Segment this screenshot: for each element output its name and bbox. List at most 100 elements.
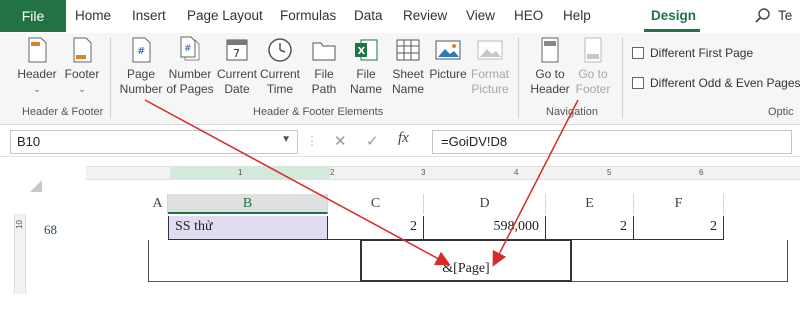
- go-to-footer-label-1: Go to: [578, 67, 608, 81]
- more-icon[interactable]: ⋮: [306, 134, 318, 148]
- current-date-button[interactable]: 7 Current Date: [216, 35, 258, 97]
- go-to-header-button[interactable]: Go to Header: [528, 35, 572, 97]
- insert-function-icon[interactable]: fx: [398, 130, 409, 147]
- cell-b68[interactable]: SS thử: [168, 216, 328, 240]
- current-date-label-2: Date: [224, 82, 250, 96]
- format-picture-icon: [477, 40, 503, 60]
- active-tab-indicator: [644, 29, 700, 32]
- footer-center-section[interactable]: &[Page]: [360, 240, 572, 282]
- page-number-label-2: Number: [119, 82, 163, 96]
- go-to-header-label-2: Header: [530, 82, 570, 96]
- group-label-header-footer: Header & Footer: [22, 106, 104, 118]
- footer-button[interactable]: Footer ⌄: [62, 35, 102, 97]
- different-odd-even-checkbox[interactable]: Different Odd & Even Pages: [632, 76, 800, 90]
- number-of-pages-label-1: Number: [168, 67, 212, 81]
- tab-view[interactable]: View: [466, 8, 495, 23]
- column-header-f[interactable]: F: [634, 194, 724, 214]
- header-button[interactable]: Header ⌄: [16, 35, 58, 97]
- file-tab[interactable]: File: [0, 0, 66, 32]
- format-picture-label-1: Format: [470, 67, 509, 81]
- select-all-corner[interactable]: [30, 180, 42, 192]
- ruler-number: 2: [330, 168, 335, 177]
- page-number-label-1: Page: [126, 67, 156, 81]
- tab-heo[interactable]: HEO: [514, 8, 543, 23]
- footer-icon: [73, 37, 92, 63]
- page-number-button[interactable]: # Page Number: [118, 35, 164, 97]
- ruler-number: 3: [421, 168, 426, 177]
- tab-design[interactable]: Design: [651, 8, 696, 23]
- name-box[interactable]: B10 ▼: [10, 130, 298, 154]
- header-label: Header: [17, 67, 57, 81]
- tab-review[interactable]: Review: [403, 8, 447, 23]
- calendar-icon: 7: [226, 39, 248, 61]
- column-header-b[interactable]: B: [168, 194, 328, 214]
- name-box-value: B10: [17, 134, 41, 149]
- column-header-a[interactable]: A: [148, 194, 168, 214]
- cell-f68[interactable]: 2: [634, 216, 724, 240]
- svg-text:7: 7: [233, 47, 240, 60]
- chevron-down-icon: ⌄: [78, 84, 86, 94]
- format-picture-button[interactable]: Format Picture: [469, 35, 511, 97]
- file-name-button[interactable]: X File Name: [346, 35, 386, 97]
- checkbox-box[interactable]: [632, 77, 644, 89]
- picture-icon: [435, 40, 461, 60]
- file-path-label-2: Path: [311, 82, 337, 96]
- sheet-name-label-1: Sheet: [392, 67, 424, 81]
- tab-home[interactable]: Home: [75, 8, 111, 23]
- worksheet-area[interactable]: 1 2 3 4 5 6 A B C D E F 10 68 SS thử 2 5…: [0, 158, 800, 309]
- tab-help[interactable]: Help: [563, 8, 591, 23]
- column-header-e[interactable]: E: [546, 194, 634, 214]
- group-divider: [110, 37, 111, 119]
- sheet-name-label-2: Name: [391, 82, 424, 96]
- excel-file-icon: X: [355, 39, 378, 61]
- cell-d68[interactable]: 598,000: [424, 216, 546, 240]
- tab-formulas[interactable]: Formulas: [280, 8, 336, 23]
- ruler-number: 1: [238, 168, 243, 177]
- search-icon[interactable]: [754, 7, 772, 25]
- group-label-navigation: Navigation: [546, 106, 598, 118]
- ruler-active-region: [170, 166, 330, 180]
- picture-button[interactable]: Picture: [428, 35, 468, 82]
- current-time-button[interactable]: Current Time: [259, 35, 301, 97]
- number-of-pages-label-2: of Pages: [166, 82, 214, 96]
- file-path-label-1: File: [314, 67, 334, 81]
- folder-icon: [312, 42, 336, 61]
- number-of-pages-icon: #: [180, 36, 200, 61]
- go-to-footer-label-2: Footer: [575, 82, 611, 96]
- tab-insert[interactable]: Insert: [132, 8, 166, 23]
- svg-text:X: X: [358, 46, 366, 57]
- current-time-label-1: Current: [259, 67, 300, 81]
- chevron-down-icon[interactable]: ▼: [281, 134, 291, 145]
- go-to-header-icon: [541, 37, 559, 63]
- column-header-d[interactable]: D: [424, 194, 546, 214]
- tell-me-search[interactable]: Te: [778, 8, 792, 23]
- different-first-page-checkbox[interactable]: Different First Page: [632, 46, 753, 60]
- row-header-68[interactable]: 68: [44, 222, 57, 238]
- number-of-pages-button[interactable]: # Number of Pages: [166, 35, 214, 97]
- formula-input[interactable]: =GoiDV!D8: [432, 130, 792, 154]
- file-name-label-1: File: [356, 67, 376, 81]
- group-divider: [518, 37, 519, 119]
- column-header-c[interactable]: C: [328, 194, 424, 214]
- cancel-icon[interactable]: ✕: [334, 132, 347, 150]
- chevron-down-icon: ⌄: [33, 84, 41, 94]
- ruler-number: 4: [514, 168, 519, 177]
- current-date-label-1: Current: [216, 67, 257, 81]
- tab-data[interactable]: Data: [354, 8, 383, 23]
- sheet-name-button[interactable]: Sheet Name: [388, 35, 428, 97]
- header-icon: [28, 37, 47, 63]
- cell-e68[interactable]: 2: [546, 216, 634, 240]
- checkbox-box[interactable]: [632, 47, 644, 59]
- ruler-number: 5: [607, 168, 612, 177]
- current-time-label-2: Time: [266, 82, 294, 96]
- file-path-button[interactable]: File Path: [304, 35, 344, 97]
- enter-icon[interactable]: ✓: [366, 132, 379, 150]
- sheet-grid-icon: [396, 39, 420, 61]
- cell-c68[interactable]: 2: [328, 216, 424, 240]
- go-to-footer-button[interactable]: Go to Footer: [572, 35, 614, 97]
- formula-value: =GoiDV!D8: [441, 134, 508, 149]
- svg-text:#: #: [137, 46, 145, 57]
- tab-page-layout[interactable]: Page Layout: [187, 8, 263, 23]
- go-to-footer-icon: [584, 37, 602, 63]
- menu-bar: File Home Insert Page Layout Formulas Da…: [0, 0, 800, 33]
